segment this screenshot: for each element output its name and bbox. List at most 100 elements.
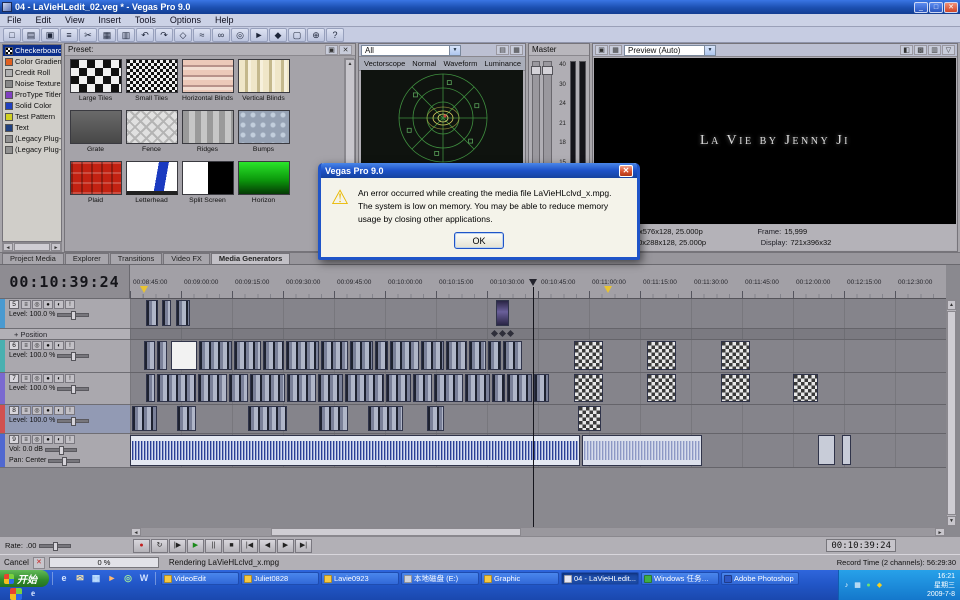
menu-item-help[interactable]: Help <box>208 14 241 27</box>
network-icon[interactable]: ▦ <box>853 581 862 590</box>
scope-type-luminance[interactable]: Luminance <box>484 57 521 70</box>
overlays-icon[interactable]: ▩ <box>914 45 927 55</box>
dialog-close-button[interactable]: ✕ <box>619 165 633 177</box>
track-header-5[interactable]: 5≡◎●◐!Level: 100.0 % <box>0 299 130 329</box>
event-snapping-icon[interactable]: ◇ <box>174 28 192 42</box>
timeline-clip[interactable] <box>132 406 157 431</box>
timeline-clip[interactable] <box>144 341 155 370</box>
timeline-clip[interactable] <box>499 330 506 337</box>
media-player-icon[interactable]: ► <box>105 572 119 585</box>
timeline-clip[interactable] <box>503 341 522 370</box>
tab-project-media[interactable]: Project Media <box>2 253 64 264</box>
start-button[interactable]: 开始 <box>0 570 49 587</box>
maximize-button[interactable]: □ <box>929 2 943 13</box>
taskbar-window-taskmgr[interactable]: Windows 任务管理器 <box>641 572 719 585</box>
timeline-clip[interactable] <box>434 374 463 402</box>
timeline-clip[interactable] <box>176 300 190 326</box>
automation-icon[interactable]: ◐ <box>54 406 64 415</box>
track-header-7[interactable]: 7≡◎●◐!Level: 100.0 % <box>0 373 130 405</box>
track-lane-8[interactable] <box>130 405 946 434</box>
redo-icon[interactable]: ↷ <box>155 28 173 42</box>
timeline-clip[interactable] <box>248 406 287 431</box>
generator-item-color-gradient[interactable]: Color Gradient <box>3 56 61 67</box>
pause-button[interactable]: || <box>205 539 222 553</box>
menu-item-options[interactable]: Options <box>163 14 208 27</box>
taskbar-window-folder[interactable]: Graphic <box>481 572 559 585</box>
volume-slider[interactable] <box>45 448 77 452</box>
track-lane-5[interactable] <box>130 299 946 329</box>
scope-type-waveform[interactable]: Waveform <box>443 57 477 70</box>
mute-icon[interactable]: ◎ <box>32 341 42 350</box>
timeline-clip[interactable] <box>721 341 750 370</box>
scope-filter-dropdown[interactable]: All▼ <box>361 45 461 56</box>
generator-item-checkerboard[interactable]: Checkerboard <box>3 45 61 56</box>
preset-split-screen[interactable]: Split Screen <box>180 161 235 210</box>
taskbar-window-folder[interactable]: Juliet0828 <box>241 572 319 585</box>
timeline-clip[interactable] <box>350 341 373 370</box>
generator-item-text[interactable]: Text <box>3 122 61 133</box>
timeline-clip[interactable] <box>146 374 155 402</box>
scroll-up-icon[interactable]: ▲ <box>947 300 956 310</box>
track-header-6[interactable]: 6≡◎●◐!Level: 100.0 % <box>0 340 130 373</box>
preset-large-tiles[interactable]: Large Tiles <box>68 59 123 108</box>
outlook-icon[interactable]: ✉ <box>73 572 87 585</box>
track-lane-7[interactable] <box>130 373 946 405</box>
solo-icon[interactable]: ● <box>43 435 53 444</box>
scroll-left-icon[interactable]: ◄ <box>131 528 141 536</box>
go-to-start-button[interactable]: |◀ <box>241 539 258 553</box>
timeline-clip[interactable] <box>491 330 498 337</box>
automation-icon[interactable]: ◐ <box>54 300 64 309</box>
timeline-clip[interactable] <box>413 374 432 402</box>
scroll-thumb[interactable] <box>14 243 50 251</box>
scroll-down-icon[interactable]: ▼ <box>947 516 956 526</box>
timeline-clip[interactable] <box>375 341 388 370</box>
track-fx-icon[interactable]: ≡ <box>21 341 31 350</box>
timeline-clip[interactable] <box>130 435 580 466</box>
level-slider[interactable] <box>57 419 89 423</box>
generator-item-protype-titler[interactable]: ProType Titler <box>3 89 61 100</box>
timeline-clip[interactable] <box>263 341 284 370</box>
whats-this-help-icon[interactable]: ? <box>326 28 344 42</box>
cut-icon[interactable]: ✂ <box>79 28 97 42</box>
tab-explorer[interactable]: Explorer <box>65 253 109 264</box>
timeline-clip[interactable] <box>177 406 196 431</box>
new-project-icon[interactable]: □ <box>3 28 21 42</box>
timeline-clip[interactable] <box>157 341 167 370</box>
preset-horizon[interactable]: Horizon <box>236 161 291 210</box>
auto-ripple-icon[interactable]: ≈ <box>193 28 211 42</box>
copy-snapshot-icon[interactable]: ▥ <box>928 45 941 55</box>
windows-logo-icon[interactable] <box>10 588 22 600</box>
preview-quality-icon[interactable]: ▦ <box>609 45 622 55</box>
timeline-clip[interactable] <box>390 341 419 370</box>
scroll-right-icon[interactable]: ► <box>51 243 61 251</box>
preset-plaid[interactable]: Plaid <box>68 161 123 210</box>
zoom-edit-tool-icon[interactable]: ⊕ <box>307 28 325 42</box>
play-button[interactable]: ▶ <box>187 539 204 553</box>
paste-icon[interactable]: ▥ <box>117 28 135 42</box>
open-project-icon[interactable]: ▤ <box>22 28 40 42</box>
taskbar-clock[interactable]: 16:21 星期三 2009-7-8 <box>927 572 957 599</box>
save-snapshot-icon[interactable]: ▽ <box>942 45 955 55</box>
timeline-clip[interactable] <box>465 374 490 402</box>
preview-quality-dropdown[interactable]: Preview (Auto)▼ <box>624 45 716 56</box>
timeline-marker[interactable] <box>604 286 612 293</box>
timeline-clip[interactable] <box>496 300 509 326</box>
lock-envelopes-icon[interactable]: ∞ <box>212 28 230 42</box>
generator-item-test-pattern[interactable]: Test Pattern <box>3 111 61 122</box>
menu-item-view[interactable]: View <box>58 14 91 27</box>
taskbar-window-folder[interactable]: VideoEdit <box>161 572 239 585</box>
delete-preset-icon[interactable]: ✕ <box>339 45 352 55</box>
generator-item-solid-color[interactable]: Solid Color <box>3 100 61 111</box>
scroll-right-icon[interactable]: ► <box>935 528 945 536</box>
timeline-clip[interactable] <box>421 341 444 370</box>
solo-icon[interactable]: ● <box>43 300 53 309</box>
generator-item-noise-texture[interactable]: Noise Texture <box>3 78 61 89</box>
menu-item-tools[interactable]: Tools <box>128 14 163 27</box>
undo-icon[interactable]: ↶ <box>136 28 154 42</box>
timeline-clip[interactable] <box>171 341 197 370</box>
play-from-start-button[interactable]: |▶ <box>169 539 186 553</box>
timeline-vertical-scrollbar[interactable]: ▲▼ <box>946 299 957 527</box>
preset-vertical-blinds[interactable]: Vertical Blinds <box>236 59 291 108</box>
timeline-clip[interactable] <box>578 406 601 431</box>
save-project-icon[interactable]: ▣ <box>41 28 59 42</box>
